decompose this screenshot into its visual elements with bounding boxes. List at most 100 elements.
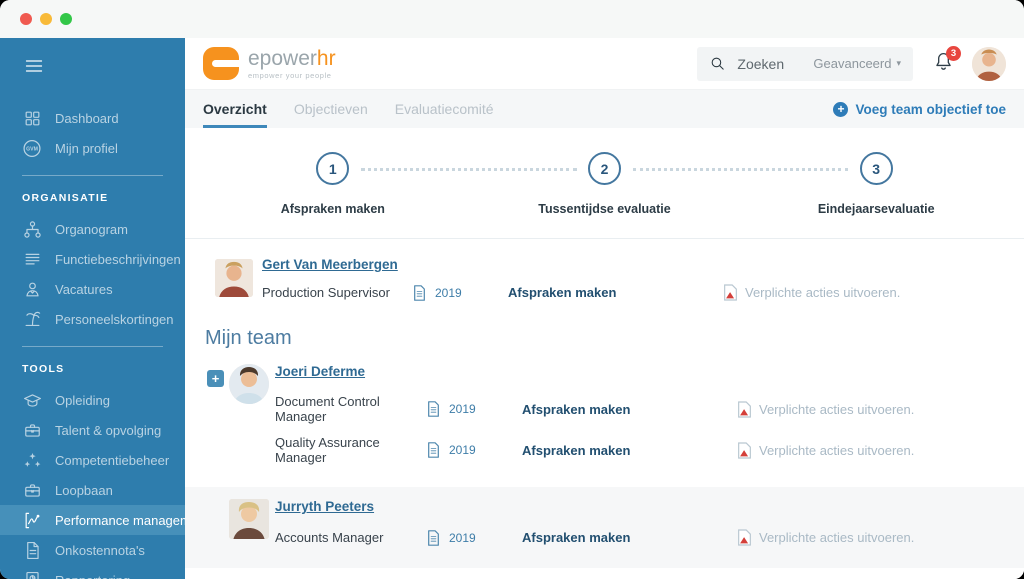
expand-member-button[interactable]: + — [207, 370, 224, 387]
person-role: Document Control Manager — [275, 394, 380, 424]
tab-bar: Overzicht Objectieven Evaluatiecomité + … — [185, 90, 1024, 128]
beach-icon — [22, 309, 42, 329]
person-name-link[interactable]: Jurryth Peeters — [275, 497, 1004, 524]
tab-objectieven[interactable]: Objectieven — [294, 90, 368, 128]
tab-evaluatiecomite[interactable]: Evaluatiecomité — [395, 90, 494, 128]
tab-overzicht[interactable]: Overzicht — [203, 90, 267, 128]
sidebar-item-label: Vacatures — [55, 281, 113, 297]
hamburger-menu-icon[interactable] — [22, 56, 46, 79]
sidebar-item-opleiding[interactable]: Opleiding — [0, 385, 185, 415]
step-2-circle[interactable]: 2 — [588, 152, 621, 185]
required-actions-cell: Verplichte acties uitvoeren. — [737, 524, 1004, 552]
chevron-down-icon: ▾ — [896, 58, 901, 68]
evaluation-year: 2019 — [449, 443, 476, 457]
warning-document-icon — [738, 441, 751, 459]
document-icon — [22, 540, 42, 560]
sidebar-section-tools: TOOLS — [22, 363, 65, 375]
app-logo[interactable]: epowerhr empower your people — [203, 47, 336, 80]
avatar — [229, 499, 269, 539]
document-icon[interactable] — [427, 401, 440, 417]
person-name-link[interactable]: Joeri Deferme — [275, 362, 1004, 389]
graduation-cap-icon — [22, 390, 42, 410]
notifications-button[interactable]: 3 — [933, 45, 961, 77]
sidebar-item-label: Competentiebeheer — [55, 452, 170, 468]
sidebar-item-personeelskortingen[interactable]: Personeelskortingen — [0, 304, 185, 334]
evaluation-status-link[interactable]: Afspraken maken — [508, 285, 723, 300]
sidebar-item-label: Dashboard — [55, 110, 119, 126]
warning-document-icon — [738, 400, 751, 418]
add-team-objective-button[interactable]: + Voeg team objectief toe — [833, 101, 1006, 117]
sidebar-item-mijn-profiel[interactable]: GVM Mijn profiel — [0, 133, 185, 163]
logo-text: epower — [248, 46, 317, 70]
evaluation-year: 2019 — [449, 530, 476, 545]
step-1-circle[interactable]: 1 — [316, 152, 350, 185]
svg-text:GVM: GVM — [26, 146, 38, 152]
logo-tagline: empower your people — [248, 70, 332, 80]
notification-count-badge: 3 — [946, 45, 961, 61]
step-1-label: Afspraken maken — [280, 202, 385, 216]
minimize-button[interactable] — [40, 13, 52, 25]
document-icon[interactable] — [427, 442, 440, 458]
required-actions-cell: Verplichte acties uitvoeren. — [737, 396, 1004, 424]
evaluation-year-cell: 2019 — [427, 437, 522, 464]
required-actions-text: Verplichte acties uitvoeren. — [745, 285, 901, 300]
sidebar-divider — [22, 175, 163, 176]
required-actions-text: Verplichte acties uitvoeren. — [759, 442, 915, 458]
sidebar-item-competentiebeheer[interactable]: Competentiebeheer — [0, 445, 185, 475]
report-icon — [22, 570, 42, 579]
sidebar-item-vacatures[interactable]: Vacatures — [0, 274, 185, 304]
user-avatar[interactable] — [972, 46, 1006, 81]
close-button[interactable] — [20, 13, 32, 25]
evaluation-status-link[interactable]: Afspraken maken — [522, 525, 737, 551]
warning-document-icon — [738, 529, 751, 546]
evaluation-status-link[interactable]: Afspraken maken — [522, 438, 737, 464]
sidebar-item-label: Mijn profiel — [55, 140, 118, 156]
sidebar-item-talent-opvolging[interactable]: Talent & opvolging — [0, 415, 185, 445]
org-chart-icon — [22, 219, 42, 239]
my-evaluation-row: Gert Van Meerbergen Production Superviso… — [185, 239, 1024, 307]
avatar — [215, 259, 253, 297]
team-member-row: + Joeri Deferme Document Control Manager… — [185, 352, 1024, 479]
step-3-label: Eindejaarsevaluatie — [817, 202, 935, 216]
sidebar-item-organogram[interactable]: Organogram — [0, 214, 185, 244]
search-box: Geavanceerd ▾ — [697, 46, 913, 81]
evaluation-year: 2019 — [449, 402, 476, 416]
briefcase-icon — [22, 480, 42, 500]
sidebar-section-organisatie: ORGANISATIE — [22, 192, 109, 204]
person-role: Quality Assurance Manager — [275, 435, 380, 465]
person-icon — [22, 279, 42, 299]
required-actions-cell: Verplichte acties uitvoeren. — [737, 437, 1004, 465]
plus-circle-icon: + — [833, 101, 849, 117]
profile-badge-icon: GVM — [22, 138, 42, 158]
sidebar-divider — [22, 346, 163, 347]
app-window: Dashboard GVM Mijn profiel ORGANISATIE O… — [0, 0, 1024, 579]
app-header: epowerhr empower your people Geavanceerd… — [185, 38, 1024, 90]
advanced-search-dropdown[interactable]: Geavanceerd ▾ — [813, 56, 901, 71]
sidebar-item-onkostennotas[interactable]: Onkostennota's — [0, 535, 185, 565]
search-input[interactable] — [735, 54, 808, 73]
person-role: Accounts Manager — [275, 530, 384, 545]
document-icon[interactable] — [427, 529, 440, 546]
sidebar-item-functiebeschrijvingen[interactable]: Functiebeschrijvingen — [0, 244, 185, 274]
logo-text-accent: hr — [316, 46, 336, 70]
stepper-step-2: 2 Tussentijdse evaluatie — [360, 152, 741, 216]
stepper-step-3: 3 Eindejaarsevaluatie — [632, 152, 1012, 216]
sidebar-item-rapportering[interactable]: Rapportering — [0, 565, 185, 579]
person-name-link[interactable]: Gert Van Meerbergen — [262, 255, 1004, 284]
required-actions-text: Verplichte acties uitvoeren. — [759, 530, 915, 545]
main-content: 1 Afspraken maken 2 Tussentijdse evaluat… — [185, 128, 1024, 579]
sidebar-item-label: Loopbaan — [55, 482, 113, 498]
step-3-circle[interactable]: 3 — [859, 152, 893, 185]
sidebar-item-dashboard[interactable]: Dashboard — [0, 103, 185, 133]
document-icon[interactable] — [413, 284, 426, 301]
evaluation-stepper: 1 Afspraken maken 2 Tussentijdse evaluat… — [185, 152, 1024, 216]
evaluation-year: 2019 — [435, 285, 462, 300]
evaluation-year-cell: 2019 — [413, 284, 508, 301]
evaluation-status-link[interactable]: Afspraken maken — [522, 397, 737, 423]
team-member-row: Jurryth Peeters Accounts Manager 2019 Af… — [185, 487, 1024, 568]
sidebar-item-loopbaan[interactable]: Loopbaan — [0, 475, 185, 505]
sidebar-item-label: Onkostennota's — [55, 542, 145, 558]
zoom-button[interactable] — [60, 13, 72, 25]
sidebar-item-performance-management[interactable]: Performance management — [0, 505, 185, 535]
content-footer-space — [185, 568, 1024, 579]
